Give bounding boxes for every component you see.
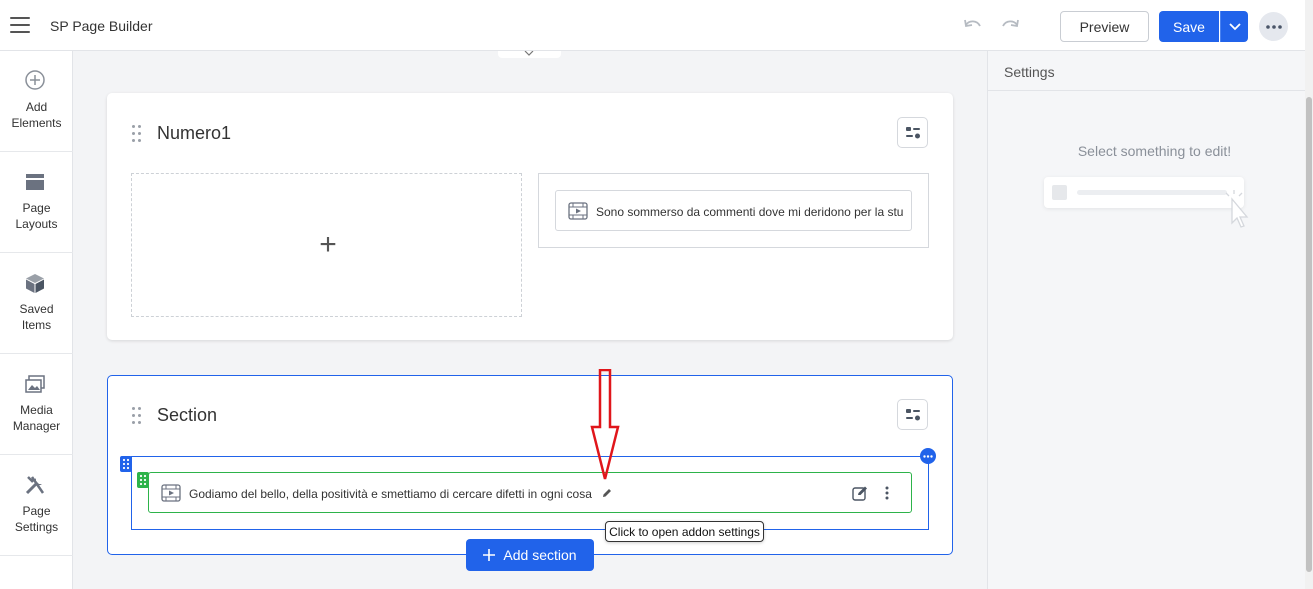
more-icon	[1265, 24, 1282, 29]
section-options-button[interactable]	[897, 399, 928, 430]
layout-icon	[26, 174, 44, 190]
more-icon	[923, 454, 933, 458]
video-addon-icon	[161, 484, 181, 502]
settings-title: Settings	[1004, 64, 1055, 80]
app-title: SP Page Builder	[50, 18, 153, 34]
sidebar-item-label: Media Manager	[12, 403, 61, 433]
save-dropdown-button[interactable]	[1220, 11, 1248, 42]
settings-panel: Settings Select something to edit!	[987, 51, 1306, 589]
addon-settings-tooltip: Click to open addon settings	[605, 521, 764, 542]
undo-icon[interactable]	[962, 16, 984, 36]
video-addon-icon	[568, 202, 588, 220]
collapse-toolbar-tab[interactable]	[498, 51, 561, 58]
section-title[interactable]: Numero1	[157, 123, 231, 144]
drag-handle-icon[interactable]	[132, 407, 142, 425]
more-options-button[interactable]	[1259, 12, 1288, 41]
plus-icon	[483, 549, 496, 561]
row-more-button[interactable]	[920, 448, 936, 464]
settings-empty-message: Select something to edit!	[1077, 143, 1232, 159]
settings-placeholder-illustration	[1044, 177, 1249, 228]
addon-title: Sono sommerso da commenti dove mi derido…	[596, 205, 904, 219]
sidebar-item-media-manager[interactable]: Media Manager	[0, 354, 73, 455]
sidebar-item-label: Add Elements	[11, 100, 62, 130]
addon-item[interactable]: Sono sommerso da commenti dove mi derido…	[555, 190, 912, 231]
annotation-arrow-icon	[590, 369, 620, 480]
add-addon-plus-icon[interactable]: +	[316, 230, 340, 260]
plus-circle-icon	[25, 70, 45, 90]
sidebar-item-label: Page Settings	[14, 504, 59, 534]
kebab-menu-icon[interactable]	[885, 486, 889, 500]
preview-button[interactable]: Preview	[1060, 11, 1149, 42]
sidebar-item-add-elements[interactable]: Add Elements	[0, 51, 73, 152]
sidebar-item-label: Page Layouts	[15, 201, 58, 231]
drag-handle-icon[interactable]	[132, 125, 142, 143]
sidebar-item-saved-items[interactable]: Saved Items	[0, 253, 73, 354]
hamburger-icon[interactable]	[10, 17, 30, 33]
add-section-button[interactable]: Add section	[466, 539, 594, 571]
section-title[interactable]: Section	[157, 405, 217, 426]
tools-icon	[25, 476, 45, 495]
addon-title: Godiamo del bello, della positività e sm…	[189, 487, 592, 501]
add-section-label: Add section	[503, 547, 577, 563]
close-icon	[524, 51, 534, 56]
pencil-icon[interactable]	[601, 487, 613, 499]
images-icon	[25, 375, 45, 393]
addon-item-selected[interactable]: Godiamo del bello, della positività e sm…	[148, 472, 912, 513]
section-settings-icon	[905, 408, 920, 420]
chevron-down-icon	[1228, 22, 1241, 30]
sidebar-item-label: Saved Items	[19, 302, 54, 332]
cursor-icon	[1225, 190, 1249, 228]
sidebar-item-page-settings[interactable]: Page Settings	[0, 455, 73, 556]
row-drag-handle-icon[interactable]	[120, 456, 132, 472]
scrollbar-thumb[interactable]	[1306, 97, 1312, 572]
redo-icon[interactable]	[999, 16, 1021, 36]
edit-icon[interactable]	[852, 485, 869, 501]
section-options-button[interactable]	[897, 117, 928, 148]
cube-icon	[26, 274, 44, 293]
top-bar: SP Page Builder Preview Save	[0, 0, 1313, 51]
settings-header: Settings	[988, 51, 1306, 91]
section-settings-icon	[905, 126, 920, 138]
save-button[interactable]: Save	[1159, 11, 1219, 42]
addon-drag-handle-icon[interactable]	[137, 472, 149, 488]
left-sidebar: Add Elements Page Layouts Saved Items Me…	[0, 51, 73, 589]
sidebar-item-page-layouts[interactable]: Page Layouts	[0, 152, 73, 253]
